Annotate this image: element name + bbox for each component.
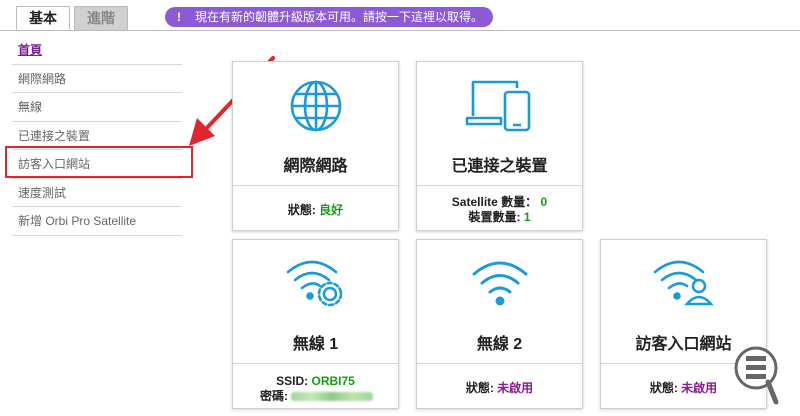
internet-card-title: 網際網路	[283, 158, 348, 175]
firmware-update-banner[interactable]: ! 現在有新的韌體升級版本可用。請按一下這裡以取得。	[165, 7, 494, 27]
sidebar-item-home[interactable]: 首頁	[12, 36, 182, 65]
tab-basic[interactable]: 基本	[16, 6, 70, 30]
wireless-1-ssid: SSID: ORBI75	[233, 374, 398, 388]
wireless-2-status: 狀態: 未啟用	[417, 381, 582, 395]
wifi-icon	[472, 261, 527, 306]
search-help-icon[interactable]	[734, 344, 782, 408]
wifi-user-icon	[653, 260, 714, 306]
alert-icon: !	[177, 10, 181, 24]
device-count: 裝置數量: 1	[417, 210, 582, 224]
satellite-count-value: 0	[540, 195, 548, 209]
globe-icon	[290, 80, 341, 132]
wireless-1-ssid-label: SSID:	[276, 374, 309, 388]
sidebar-item-internet[interactable]: 網際網路	[12, 65, 182, 93]
connected-devices-card-title: 已連接之裝置	[451, 158, 548, 175]
wifi-settings-icon	[286, 260, 342, 307]
internet-card[interactable]: 網際網路 狀態: 良好	[232, 61, 399, 231]
tabs-divider	[0, 30, 800, 31]
wireless-1-card-title: 無線 1	[292, 336, 339, 353]
tab-advanced[interactable]: 進階	[74, 6, 128, 30]
wireless-2-card-title: 無線 2	[476, 336, 523, 353]
guest-portal-status-label: 狀態:	[649, 381, 678, 395]
firmware-update-text: 現在有新的韌體升級版本可用。請按一下這裡以取得。	[195, 10, 484, 24]
satellite-count-label: Satellite 數量：	[451, 195, 538, 209]
satellite-count: Satellite 數量： 0	[417, 195, 582, 209]
wireless-2-status-label: 狀態:	[465, 381, 494, 395]
sidebar: 首頁 網際網路 無線 已連接之裝置 訪客入口網站 速度測試 新增 Orbi Pr…	[12, 36, 182, 236]
internet-status-value: 良好	[319, 203, 344, 217]
wireless-2-card[interactable]: 無線 2 狀態: 未啟用	[416, 239, 583, 409]
connected-devices-card[interactable]: 已連接之裝置 Satellite 數量： 0 裝置數量: 1	[416, 61, 583, 231]
wireless-1-ssid-value: ORBI75	[311, 374, 355, 388]
wireless-2-status-value: 未啟用	[497, 381, 534, 395]
sidebar-item-speed-test[interactable]: 速度測試	[12, 179, 182, 207]
internet-status: 狀態: 良好	[233, 203, 398, 217]
wireless-1-password-redacted	[291, 392, 374, 402]
sidebar-item-add-satellite[interactable]: 新增 Orbi Pro Satellite	[12, 207, 182, 236]
wireless-1-password: 密碼:	[233, 389, 398, 403]
wireless-1-card[interactable]: 無線 1 SSID: ORBI75 密碼:	[232, 239, 399, 409]
laptop-phone-icon	[465, 80, 530, 132]
top-tabs: 基本 進階	[16, 6, 128, 30]
internet-status-label: 狀態:	[287, 203, 316, 217]
guest-portal-highlight-box	[5, 146, 193, 178]
wireless-1-password-label: 密碼:	[260, 389, 288, 403]
device-count-value: 1	[523, 210, 531, 224]
sidebar-item-wireless[interactable]: 無線	[12, 93, 182, 122]
guest-portal-status-value: 未啟用	[681, 381, 718, 395]
device-count-label: 裝置數量:	[468, 210, 521, 224]
